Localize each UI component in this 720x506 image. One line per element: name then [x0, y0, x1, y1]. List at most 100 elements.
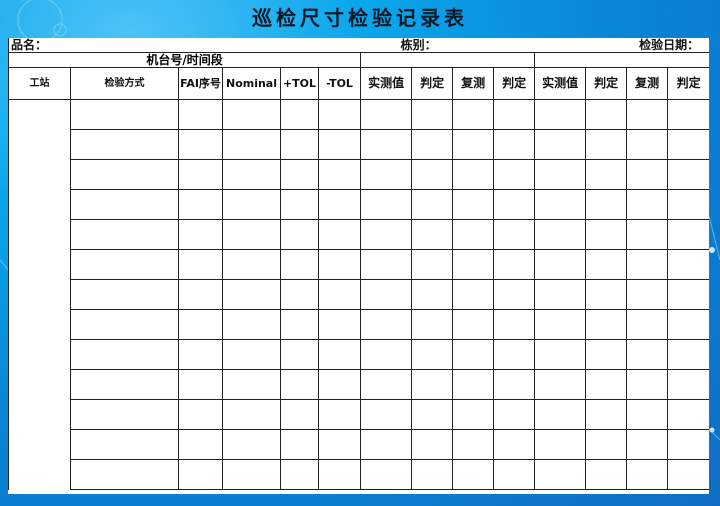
table-cell[interactable] [411, 129, 454, 160]
table-cell[interactable] [626, 309, 669, 340]
table-cell[interactable] [70, 129, 179, 160]
table-cell[interactable] [534, 369, 587, 400]
table-cell[interactable] [222, 369, 281, 400]
table-cell[interactable] [280, 429, 319, 460]
station-cell[interactable] [8, 309, 71, 340]
table-cell[interactable] [452, 219, 495, 250]
table-cell[interactable] [626, 99, 669, 130]
table-cell[interactable] [493, 309, 536, 340]
table-cell[interactable] [667, 429, 709, 460]
table-cell[interactable] [585, 459, 628, 490]
table-cell[interactable] [667, 249, 709, 280]
table-cell[interactable] [585, 159, 628, 190]
table-cell[interactable] [411, 369, 454, 400]
table-cell[interactable] [222, 249, 281, 280]
table-cell[interactable] [222, 159, 281, 190]
table-cell[interactable] [452, 159, 495, 190]
table-cell[interactable] [178, 309, 223, 340]
table-cell[interactable] [452, 309, 495, 340]
table-cell[interactable] [178, 219, 223, 250]
table-cell[interactable] [667, 99, 709, 130]
table-cell[interactable] [626, 159, 669, 190]
table-cell[interactable] [360, 339, 413, 370]
table-cell[interactable] [70, 279, 179, 310]
table-cell[interactable] [222, 129, 281, 160]
table-cell[interactable] [222, 339, 281, 370]
table-cell[interactable] [360, 429, 413, 460]
table-cell[interactable] [411, 189, 454, 220]
table-cell[interactable] [585, 309, 628, 340]
table-cell[interactable] [280, 219, 319, 250]
table-cell[interactable] [317, 219, 362, 250]
table-cell[interactable] [493, 159, 536, 190]
table-cell[interactable] [452, 189, 495, 220]
table-cell[interactable] [280, 309, 319, 340]
table-cell[interactable] [452, 459, 495, 490]
table-cell[interactable] [411, 279, 454, 310]
table-cell[interactable] [411, 159, 454, 190]
table-cell[interactable] [534, 459, 587, 490]
table-cell[interactable] [667, 459, 709, 490]
table-cell[interactable] [534, 249, 587, 280]
table-cell[interactable] [411, 429, 454, 460]
table-cell[interactable] [452, 429, 495, 460]
table-cell[interactable] [178, 189, 223, 220]
table-cell[interactable] [667, 129, 709, 160]
table-cell[interactable] [411, 219, 454, 250]
table-cell[interactable] [280, 189, 319, 220]
table-cell[interactable] [280, 339, 319, 370]
table-cell[interactable] [360, 249, 413, 280]
table-cell[interactable] [534, 189, 587, 220]
table-cell[interactable] [360, 189, 413, 220]
table-cell[interactable] [178, 339, 223, 370]
table-cell[interactable] [280, 279, 319, 310]
table-cell[interactable] [667, 399, 709, 430]
table-cell[interactable] [280, 399, 319, 430]
station-cell[interactable] [8, 399, 71, 430]
table-cell[interactable] [534, 159, 587, 190]
table-cell[interactable] [667, 279, 709, 310]
table-cell[interactable] [317, 159, 362, 190]
table-cell[interactable] [452, 129, 495, 160]
table-cell[interactable] [585, 339, 628, 370]
table-cell[interactable] [70, 219, 179, 250]
table-cell[interactable] [493, 249, 536, 280]
table-cell[interactable] [534, 219, 587, 250]
station-cell[interactable] [8, 279, 71, 310]
table-cell[interactable] [667, 339, 709, 370]
table-cell[interactable] [178, 279, 223, 310]
table-cell[interactable] [626, 459, 669, 490]
station-cell[interactable] [8, 129, 71, 160]
table-cell[interactable] [493, 369, 536, 400]
table-cell[interactable] [317, 279, 362, 310]
table-cell[interactable] [317, 189, 362, 220]
table-cell[interactable] [360, 309, 413, 340]
station-cell[interactable] [8, 249, 71, 280]
table-cell[interactable] [411, 339, 454, 370]
table-cell[interactable] [452, 249, 495, 280]
table-cell[interactable] [534, 279, 587, 310]
table-cell[interactable] [178, 99, 223, 130]
table-cell[interactable] [411, 249, 454, 280]
table-cell[interactable] [70, 189, 179, 220]
table-cell[interactable] [222, 429, 281, 460]
table-cell[interactable] [585, 429, 628, 460]
table-cell[interactable] [70, 459, 179, 490]
station-cell[interactable] [8, 429, 71, 460]
table-cell[interactable] [178, 249, 223, 280]
table-cell[interactable] [585, 189, 628, 220]
table-cell[interactable] [178, 159, 223, 190]
table-cell[interactable] [317, 429, 362, 460]
table-cell[interactable] [222, 309, 281, 340]
table-cell[interactable] [222, 99, 281, 130]
table-cell[interactable] [534, 399, 587, 430]
table-cell[interactable] [667, 189, 709, 220]
table-cell[interactable] [280, 99, 319, 130]
table-cell[interactable] [70, 309, 179, 340]
table-cell[interactable] [667, 219, 709, 250]
table-cell[interactable] [534, 309, 587, 340]
table-cell[interactable] [493, 219, 536, 250]
station-cell[interactable] [8, 189, 71, 220]
table-cell[interactable] [360, 279, 413, 310]
machine-period-cell-2[interactable] [534, 52, 709, 68]
